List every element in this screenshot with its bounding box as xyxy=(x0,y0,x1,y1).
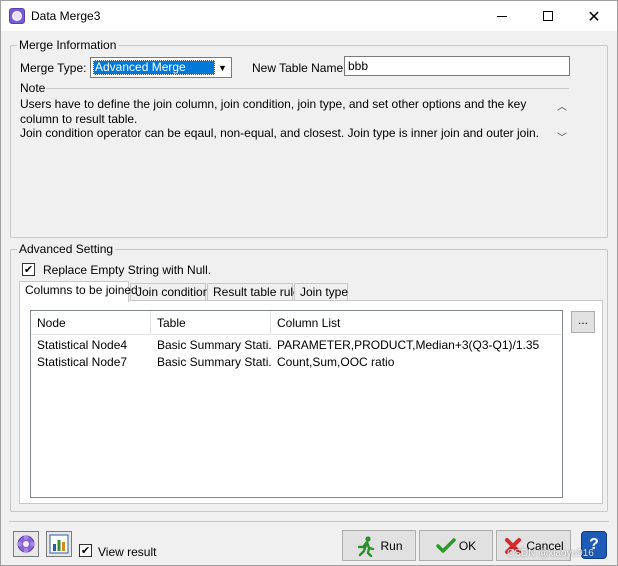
view-result-label: View result xyxy=(98,545,157,559)
list-header: Node Table Column List xyxy=(31,311,562,335)
ok-button[interactable]: OK xyxy=(419,530,493,561)
window-title: Data Merge3 xyxy=(31,9,101,23)
row-table: Basic Summary Stati... xyxy=(157,338,271,352)
close-icon: ✕ xyxy=(587,6,601,26)
table-row[interactable]: Statistical Node7 Basic Summary Stati...… xyxy=(31,354,562,371)
tab-result-table-rule[interactable]: Result table rule xyxy=(207,283,300,301)
title-bar: Data Merge3 ✕ xyxy=(1,1,617,31)
view-result-checkbox[interactable]: ✔ xyxy=(79,544,92,557)
browse-columns-button[interactable]: ... xyxy=(571,311,595,333)
maximize-icon xyxy=(543,11,553,21)
note-line-2: Join condition operator can be eqaul, no… xyxy=(20,126,540,140)
minimize-icon xyxy=(497,15,507,17)
dropdown-arrow-icon[interactable]: ▼ xyxy=(215,59,230,76)
note-divider xyxy=(46,88,569,89)
new-table-name-label: New Table Name: xyxy=(252,61,347,75)
tab-columns-to-be-joined[interactable]: Columns to be joined xyxy=(19,281,138,302)
checkmark-icon xyxy=(436,537,456,553)
advanced-setting-legend: Advanced Setting xyxy=(17,242,116,256)
tab-join-condition[interactable]: Join condition xyxy=(130,283,209,301)
bar-chart-icon xyxy=(49,534,69,554)
table-row[interactable]: Statistical Node4 Basic Summary Stati...… xyxy=(31,337,562,354)
row-node: Statistical Node4 xyxy=(37,338,128,352)
joined-columns-list[interactable]: Node Table Column List Statistical Node4… xyxy=(30,310,563,498)
merge-type-label: Merge Type: xyxy=(20,61,87,75)
close-button[interactable]: ✕ xyxy=(571,1,617,31)
column-header-node[interactable]: Node xyxy=(31,311,151,335)
merge-type-select[interactable]: Advanced Merge ▼ xyxy=(90,57,232,78)
row-table: Basic Summary Stati... xyxy=(157,355,271,369)
run-label: Run xyxy=(380,538,403,553)
settings-tool-button[interactable] xyxy=(13,531,39,557)
tab-join-type[interactable]: Join type xyxy=(294,283,348,301)
scroll-up-icon[interactable]: ︿ xyxy=(557,98,567,113)
replace-empty-label: Replace Empty String with Null. xyxy=(43,263,212,277)
replace-empty-checkbox[interactable]: ✔ xyxy=(22,263,35,276)
running-man-icon xyxy=(358,535,375,557)
new-table-name-input[interactable]: bbb xyxy=(344,56,570,76)
row-node: Statistical Node7 xyxy=(37,355,128,369)
ok-label: OK xyxy=(458,538,477,553)
note-line-1: Users have to define the join column, jo… xyxy=(20,97,527,126)
maximize-button[interactable] xyxy=(525,1,571,31)
scroll-down-icon[interactable]: ﹀ xyxy=(557,129,567,144)
note-label: Note xyxy=(20,81,46,95)
merge-information-legend: Merge Information xyxy=(17,38,119,52)
merge-type-value: Advanced Merge xyxy=(93,60,215,75)
column-header-column-list[interactable]: Column List xyxy=(271,311,562,335)
column-header-table[interactable]: Table xyxy=(151,311,271,335)
row-column-list: Count,Sum,OOC ratio xyxy=(277,355,395,369)
row-column-list: PARAMETER,PRODUCT,Median+3(Q3-Q1)/1.35 xyxy=(277,338,540,352)
note-text-area[interactable]: Users have to define the join column, jo… xyxy=(20,97,555,141)
minimize-button[interactable] xyxy=(479,1,525,31)
gear-icon xyxy=(17,535,35,553)
footer-divider xyxy=(9,521,609,522)
app-icon xyxy=(9,8,25,24)
chart-tool-button[interactable] xyxy=(46,531,72,557)
watermark: CSDN @xiaoyu916 xyxy=(507,548,594,559)
data-merge-window: Data Merge3 ✕ Merge Information Merge Ty… xyxy=(0,0,618,566)
run-button[interactable]: Run xyxy=(342,530,416,561)
